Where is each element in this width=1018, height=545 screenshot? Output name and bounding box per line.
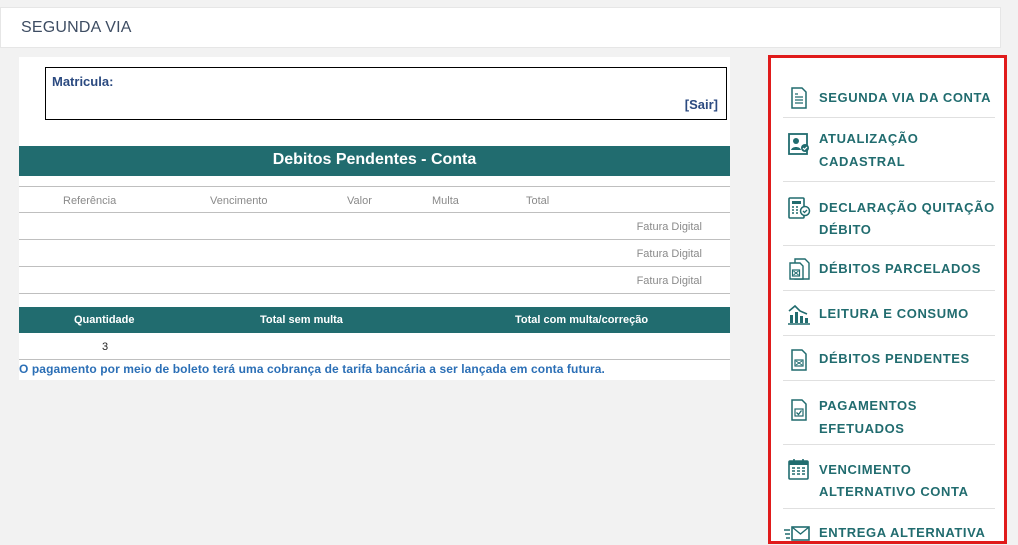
menu-item-label-line2: ALTERNATIVO CONTA bbox=[819, 484, 969, 499]
summary-header-total-sem-multa: Total sem multa bbox=[260, 314, 343, 326]
column-header-total: Total bbox=[526, 195, 550, 207]
column-header-vencimento: Vencimento bbox=[210, 195, 268, 207]
menu-item-label-line2: CADASTRAL bbox=[819, 154, 906, 169]
summary-header-total-com-multa: Total com multa/correção bbox=[515, 314, 649, 326]
document-icon bbox=[791, 87, 807, 109]
services-menu: SEGUNDA VIA DA CONTA ATUALIZAÇÃO CADASTR… bbox=[768, 55, 1007, 544]
page-title: SEGUNDA VIA bbox=[21, 19, 132, 36]
menu-item-label: PAGAMENTOS bbox=[819, 398, 917, 413]
table-row: Fatura Digital bbox=[19, 240, 730, 267]
calendar-icon bbox=[788, 459, 809, 480]
table-row: Fatura Digital bbox=[19, 267, 730, 294]
menu-item-debitos-pendentes[interactable]: DÉBITOS PENDENTES bbox=[783, 336, 995, 381]
menu-item-pagamentos-efetuados[interactable]: PAGAMENTOS EFETUADOS bbox=[783, 381, 995, 445]
summary-quantidade-value: 3 bbox=[102, 341, 109, 353]
fatura-status: Fatura Digital bbox=[636, 221, 702, 233]
matricula-value-redacted bbox=[118, 74, 190, 90]
menu-item-vencimento-alternativo[interactable]: VENCIMENTO ALTERNATIVO CONTA bbox=[783, 445, 995, 509]
menu-item-label: DÉBITOS PENDENTES bbox=[819, 351, 970, 366]
logout-link[interactable]: [Sair] bbox=[685, 97, 718, 112]
profile-update-icon bbox=[788, 133, 809, 155]
pending-bill-icon bbox=[791, 349, 807, 371]
calculator-check-icon bbox=[788, 197, 811, 219]
summary-header: Quantidade Total sem multa Total com mul… bbox=[19, 307, 730, 333]
column-header-multa: Multa bbox=[432, 195, 459, 207]
menu-item-label: DECLARAÇÃO QUITAÇÃO bbox=[819, 200, 995, 215]
summary-header-quantidade: Quantidade bbox=[74, 314, 135, 326]
page-header: SEGUNDA VIA bbox=[0, 7, 1001, 48]
menu-item-label-line2: DÉBITO bbox=[819, 222, 872, 237]
menu-item-segunda-via[interactable]: SEGUNDA VIA DA CONTA bbox=[783, 78, 995, 118]
menu-item-label-line2: EFETUADOS bbox=[819, 421, 905, 436]
debitos-table-header: Referência Vencimento Valor Multa Total bbox=[19, 186, 730, 213]
menu-item-label: ENTREGA ALTERNATIVA bbox=[819, 525, 986, 540]
menu-item-declaracao-quitacao[interactable]: DECLARAÇÃO QUITAÇÃO DÉBITO bbox=[783, 182, 995, 246]
table-row: Fatura Digital bbox=[19, 213, 730, 240]
column-header-valor: Valor bbox=[347, 195, 372, 207]
envelope-icon bbox=[784, 526, 810, 541]
menu-item-label: VENCIMENTO bbox=[819, 462, 912, 477]
menu-item-entrega-alternativa[interactable]: ENTREGA ALTERNATIVA bbox=[783, 509, 995, 541]
menu-item-label: LEITURA E CONSUMO bbox=[819, 306, 969, 321]
menu-item-label: ATUALIZAÇÃO bbox=[819, 131, 919, 146]
menu-item-leitura-consumo[interactable]: LEITURA E CONSUMO bbox=[783, 291, 995, 336]
debitos-table-title: Debitos Pendentes - Conta bbox=[19, 146, 730, 176]
menu-item-label: DÉBITOS PARCELADOS bbox=[819, 261, 982, 276]
consumption-chart-icon bbox=[788, 304, 810, 325]
payment-check-icon bbox=[791, 399, 807, 421]
debitos-table: Referência Vencimento Valor Multa Total … bbox=[19, 186, 730, 294]
installments-icon bbox=[789, 258, 810, 280]
fatura-status: Fatura Digital bbox=[636, 275, 702, 287]
boleto-fee-note: O pagamento por meio de boleto terá uma … bbox=[19, 362, 605, 376]
fatura-status: Fatura Digital bbox=[636, 248, 702, 260]
summary-row: 3 bbox=[19, 333, 730, 360]
menu-item-atualizacao-cadastral[interactable]: ATUALIZAÇÃO CADASTRAL bbox=[783, 118, 995, 182]
column-header-referencia: Referência bbox=[63, 195, 117, 207]
menu-item-label: SEGUNDA VIA DA CONTA bbox=[819, 90, 992, 105]
matricula-label: Matricula: bbox=[52, 74, 114, 89]
menu-item-debitos-parcelados[interactable]: DÉBITOS PARCELADOS bbox=[783, 246, 995, 291]
account-box: Matricula: [Sair] bbox=[45, 67, 727, 120]
